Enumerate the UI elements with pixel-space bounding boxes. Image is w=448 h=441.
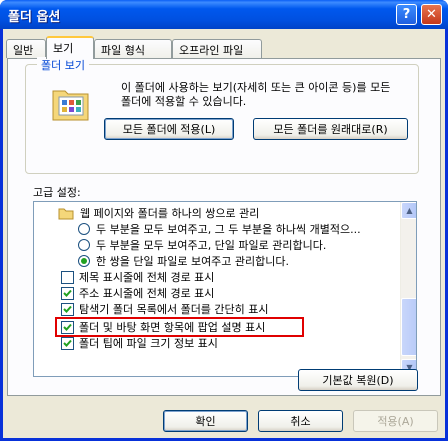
list-item-label: 폴더 팁에 파일 크기 정보 표시 <box>79 337 218 350</box>
checkbox[interactable] <box>61 336 74 350</box>
restore-defaults-button[interactable]: 기본값 복원(D) <box>298 369 418 391</box>
checkmark-icon <box>63 305 72 313</box>
list-item-label: 탐색기 폴더 목록에서 폴더를 간단히 표시 <box>79 303 269 316</box>
scroll-up-arrow[interactable]: ▲ <box>401 202 416 219</box>
list-item[interactable]: 두 부분을 모두 보여주고, 그 두 부분을 하나씩 개별적으... <box>34 221 400 237</box>
list-item[interactable]: 탐색기 폴더 목록에서 폴더를 간단히 표시 <box>34 301 400 317</box>
advanced-settings-list[interactable]: 웹 페이지와 폴더를 하나의 쌍으로 관리 두 부분을 모두 보여주고, 그 두… <box>33 201 417 377</box>
checkbox[interactable] <box>61 270 74 284</box>
reset-all-folders-button[interactable]: 모든 폴더를 원래대로(R) <box>253 118 408 140</box>
radio-button[interactable] <box>78 223 90 235</box>
list-item[interactable]: 주소 표시줄에 전체 경로 표시 <box>34 285 400 301</box>
list-item[interactable]: 한 쌍을 단일 파일로 보여주고 관리합니다. <box>34 253 400 269</box>
cancel-button[interactable]: 취소 <box>258 410 343 432</box>
radio-button[interactable] <box>78 255 90 267</box>
list-item[interactable]: 폴더 팁에 파일 크기 정보 표시 <box>34 335 400 351</box>
folder-icon <box>58 208 74 219</box>
list-item-label: 제목 표시줄에 전체 경로 표시 <box>79 271 215 284</box>
title-bar[interactable]: 폴더 옵션 ? ✕ <box>0 0 448 29</box>
close-button[interactable]: ✕ <box>421 4 442 25</box>
checkmark-icon <box>63 339 72 347</box>
list-item-label: 두 부분을 모두 보여주고, 그 두 부분을 하나씩 개별적으... <box>96 223 361 236</box>
tab-file-types[interactable]: 파일 형식 <box>94 39 172 58</box>
tab-view[interactable]: 보기 <box>46 36 94 59</box>
window-title: 폴더 옵션 <box>8 10 61 25</box>
vertical-scrollbar[interactable]: ▲ ▼ <box>400 202 416 376</box>
list-item-label: 주소 표시줄에 전체 경로 표시 <box>79 287 215 300</box>
list-item-label: 한 쌍을 단일 파일로 보여주고 관리합니다. <box>96 255 290 268</box>
folder-views-description: 이 폴더에 사용하는 보기(자세히 또는 큰 아이콘 등)를 모든 폴더에 적용… <box>121 81 391 108</box>
apply-to-all-folders-button[interactable]: 모든 폴더에 적용(L) <box>104 118 234 140</box>
list-item[interactable]: 웹 페이지와 폴더를 하나의 쌍으로 관리 <box>34 205 400 221</box>
advanced-settings-label: 고급 설정: <box>33 186 81 199</box>
list-item-label: 두 부분을 모두 보여주고, 단일 파일로 관리합니다. <box>96 239 327 252</box>
list-item[interactable]: 두 부분을 모두 보여주고, 단일 파일로 관리합니다. <box>34 237 400 253</box>
scroll-thumb[interactable] <box>401 298 416 356</box>
list-item[interactable]: 제목 표시줄에 전체 경로 표시 <box>34 269 400 285</box>
folder-options-window: 폴더 옵션 ? ✕ 일반 보기 파일 형식 오프라인 파일 폴더 보기 이 폴더… <box>0 0 448 441</box>
list-item-label: 웹 페이지와 폴더를 하나의 쌍으로 관리 <box>80 207 260 220</box>
checkbox[interactable] <box>61 302 74 316</box>
apply-button[interactable]: 적용(A) <box>353 410 438 432</box>
folder-views-icon <box>52 90 89 121</box>
help-button[interactable]: ? <box>396 4 417 25</box>
folder-views-label: 폴더 보기 <box>37 57 89 73</box>
radio-selected-dot <box>81 258 87 264</box>
checkmark-icon <box>63 289 72 297</box>
tab-offline-files[interactable]: 오프라인 파일 <box>172 39 262 58</box>
tab-general[interactable]: 일반 <box>6 39 46 58</box>
checkbox[interactable] <box>61 286 74 300</box>
ok-button[interactable]: 확인 <box>163 410 248 432</box>
dialog-body: 일반 보기 파일 형식 오프라인 파일 폴더 보기 이 폴더에 사용하는 보기(… <box>3 29 445 438</box>
highlight-box <box>55 317 304 337</box>
radio-button[interactable] <box>78 239 90 251</box>
